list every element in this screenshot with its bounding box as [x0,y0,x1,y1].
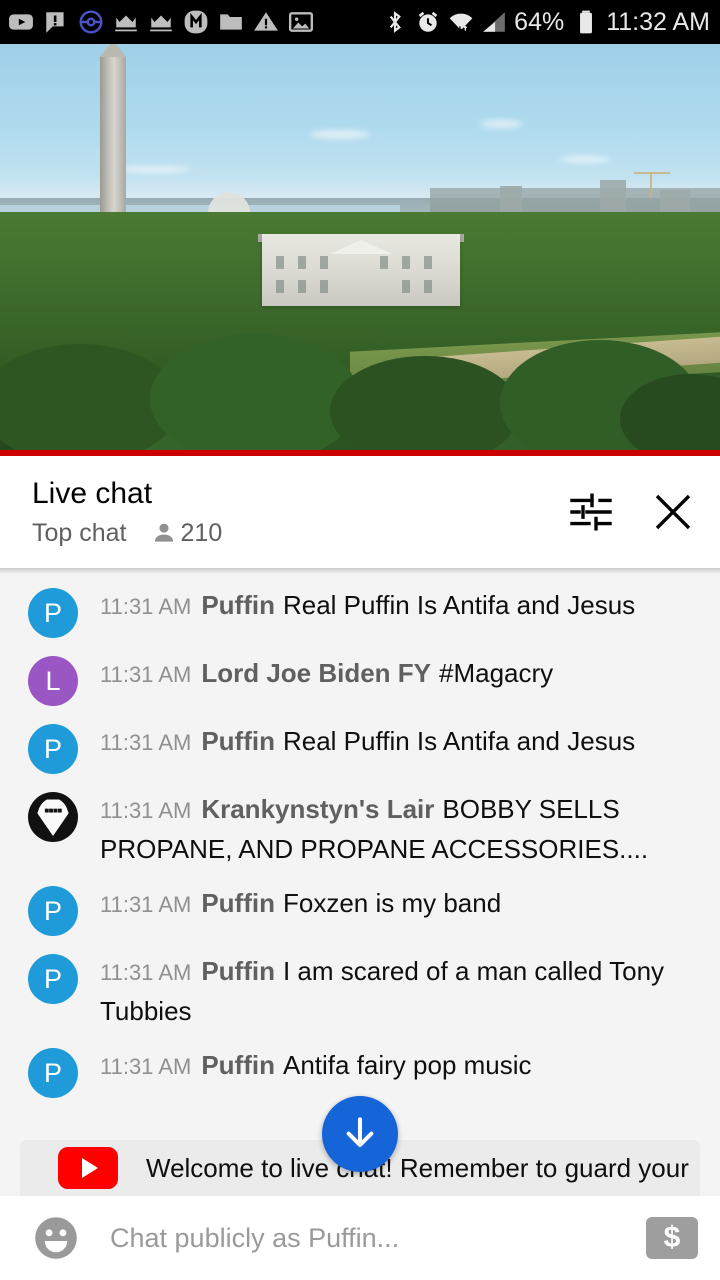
viewer-count-label: 210 [180,519,223,547]
chat-message-author[interactable]: Lord Joe Biden FY [201,658,431,688]
crane-mast [650,172,652,198]
avatar-logo-text: ■■■■ [44,806,62,815]
cell-signal-icon [483,12,506,32]
pokemon-go-icon [79,10,103,34]
battery-icon [580,10,593,34]
folder-icon [220,14,242,30]
live-chat-titles: Live chat Top chat 210 [32,476,564,548]
chat-message[interactable]: ■■■■ 11:31 AM Krankynstyn's Lair BOBBY SELL… [0,782,720,876]
chat-settings-button[interactable] [564,485,618,539]
viewer-count-group: 210 [151,518,223,548]
arrow-down-icon [346,1117,374,1148]
header-divider-shadow [0,568,720,574]
crane-jib [634,172,670,174]
chat-message-author[interactable]: Puffin [201,888,275,918]
chat-input[interactable] [110,1222,646,1254]
distant-building-3 [660,190,690,212]
chat-composer: $ [0,1196,720,1280]
message-alert-icon [46,12,64,33]
cloud-2 [480,120,522,128]
bluetooth-icon [389,11,402,33]
avatar[interactable]: P [28,588,78,638]
chat-message-text: Real Puffin Is Antifa and Jesus [282,726,636,756]
chat-message-text: Real Puffin Is Antifa and Jesus [282,590,636,620]
distant-building-1 [500,186,522,212]
emoji-smiley-icon [35,1217,77,1259]
wifi-icon [449,13,473,32]
chat-message-author[interactable]: Puffin [201,956,275,986]
chat-message-author[interactable]: Puffin [201,726,275,756]
avatar[interactable]: P [28,1048,78,1098]
cloud-1 [310,130,370,139]
cloud-4 [120,166,190,173]
chat-message[interactable]: P 11:31 AM Puffin Real Puffin Is Antifa and… [0,578,720,646]
washington-monument [100,44,126,216]
tree-canopy-2 [150,334,360,456]
chat-message-timestamp: 11:31 AM [100,730,192,755]
chat-message-body: 11:31 AM Puffin Foxzen is my band [100,884,700,924]
chat-message[interactable]: L 11:31 AM Lord Joe Biden FY #Magacry [0,646,720,714]
dollar-icon: $ [663,1221,681,1254]
chat-message[interactable]: P 11:31 AM Puffin I am scared of a man call… [0,944,720,1038]
chat-message-text: Foxzen is my band [282,888,502,918]
chat-message-body: 11:31 AM Puffin Real Puffin Is Antifa and … [100,586,700,626]
crown-icon-1 [115,15,137,32]
chat-mode-label[interactable]: Top chat [32,518,127,548]
crown-icon-2 [150,15,172,32]
chat-message-author[interactable]: Puffin [201,1050,275,1080]
chat-message-timestamp: 11:31 AM [100,892,192,917]
chat-message-body: 11:31 AM Lord Joe Biden FY #Magacry [100,654,700,694]
chat-message-text: #Magacry [439,658,554,688]
chat-message[interactable]: P 11:31 AM Puffin Real Puffin Is Antifa and… [0,714,720,782]
youtube-live-chat-screen: 64% 11:32 AM Live chat Top chat 210 P 11… [0,0,720,1280]
warning-icon [254,12,278,31]
cloud-3 [560,156,610,163]
chat-message-body: 11:31 AM Puffin Antifa fairy pop music [100,1046,700,1086]
avatar[interactable]: ■■■■ [28,792,78,842]
close-chat-button[interactable] [646,485,700,539]
avatar[interactable]: P [28,886,78,936]
live-chat-header: Live chat Top chat 210 [0,456,720,568]
chat-message-body: 11:31 AM Krankynstyn's Lair BOBBY SELLS PR… [100,790,700,868]
avatar[interactable]: P [28,724,78,774]
chat-message-timestamp: 11:31 AM [100,1054,192,1079]
super-chat-button[interactable]: $ [646,1217,698,1259]
youtube-icon [9,14,33,30]
chat-message-timestamp: 11:31 AM [100,662,192,687]
youtube-logo-icon [58,1147,118,1189]
clock-label: 11:32 AM [606,8,710,36]
chat-message-body: 11:31 AM Puffin I am scared of a man calle… [100,952,700,1030]
chat-message-timestamp: 11:31 AM [100,960,192,985]
tree-canopy-3 [330,356,520,456]
chat-message-body: 11:31 AM Puffin Real Puffin Is Antifa and … [100,722,700,762]
chat-message[interactable]: P 11:31 AM Puffin Foxzen is my band [0,876,720,944]
chat-message-text: Antifa fairy pop music [282,1050,532,1080]
image-icon [288,12,314,32]
alarm-icon [418,11,438,32]
video-player[interactable] [0,44,720,456]
emoji-picker-button[interactable] [28,1210,84,1266]
guitar-pick-logo-icon [37,799,69,836]
scroll-to-bottom-button[interactable] [322,1096,398,1172]
welcome-banner-text: Welcome to live chat! Remember to guard … [146,1152,689,1183]
battery-percent-label: 64% [514,7,565,36]
chat-message-timestamp: 11:31 AM [100,594,192,619]
live-chat-actions [564,485,700,539]
status-bar-system-icons: 64% 11:32 AM [382,8,710,37]
person-icon [154,523,173,542]
live-chat-subtitle: Top chat 210 [32,518,564,548]
chat-message-timestamp: 11:31 AM [100,798,192,823]
avatar[interactable]: L [28,656,78,706]
status-bar-notification-icons [8,9,382,35]
status-bar: 64% 11:32 AM [0,0,720,44]
m-app-icon [184,10,208,34]
tune-icon [570,493,612,531]
live-chat-title: Live chat [32,477,153,510]
close-icon [655,494,691,530]
avatar[interactable]: P [28,954,78,1004]
chat-message-author[interactable]: Puffin [201,590,275,620]
distant-building-2 [600,180,626,212]
chat-message-author[interactable]: Krankynstyn's Lair [201,794,434,824]
